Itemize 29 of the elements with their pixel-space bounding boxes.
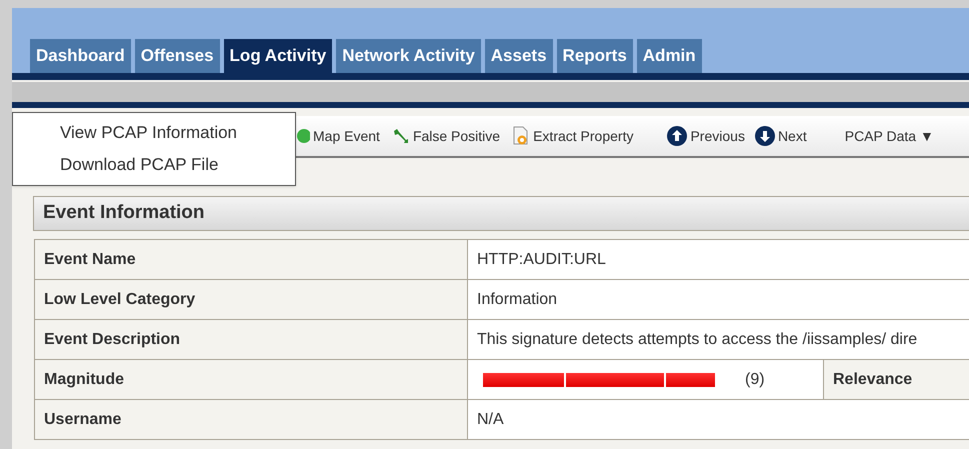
field-label: Magnitude [34, 360, 468, 400]
nav-tab[interactable]: Dashboard [30, 39, 131, 73]
field-label: Username [34, 400, 468, 440]
menu-item[interactable]: Download PCAP File [13, 149, 295, 181]
document-icon [512, 126, 530, 146]
toolbar-button[interactable]: Map Event [296, 126, 380, 146]
section-header: Event Information [33, 196, 969, 231]
toolbar-button[interactable]: Extract Property [512, 126, 634, 146]
nav-tab[interactable]: Assets [484, 39, 553, 73]
toolbar-button[interactable]: Previous [667, 126, 745, 146]
nav-tab[interactable]: Log Activity [224, 39, 332, 73]
field-label: Low Level Category [34, 280, 468, 320]
field-value: N/A [468, 400, 969, 440]
nav-tab[interactable]: Reports [556, 39, 633, 73]
field-value: Information [468, 280, 969, 320]
field-label: Event Description [34, 320, 468, 360]
nav-tab[interactable]: Admin [636, 39, 702, 73]
magnitude-reading: (9) [745, 370, 765, 390]
menu-item[interactable]: View PCAP Information [13, 117, 295, 149]
field-value: HTTP:AUDIT:URL [468, 240, 969, 280]
nav-tab[interactable]: Offenses [134, 39, 220, 73]
field-label: Event Name [34, 240, 468, 280]
field-value: This signature detects attempts to access the /iissamples/ dire [468, 320, 969, 360]
nav-tab[interactable]: Network Activity [336, 39, 481, 73]
field-label: Relevance [824, 360, 969, 400]
toolbar-button[interactable]: False Positive [392, 126, 500, 146]
toolbar-button[interactable]: Next [754, 126, 807, 146]
map-icon [296, 128, 310, 144]
dropdown-button[interactable]: PCAP Data ▼ [844, 126, 934, 146]
